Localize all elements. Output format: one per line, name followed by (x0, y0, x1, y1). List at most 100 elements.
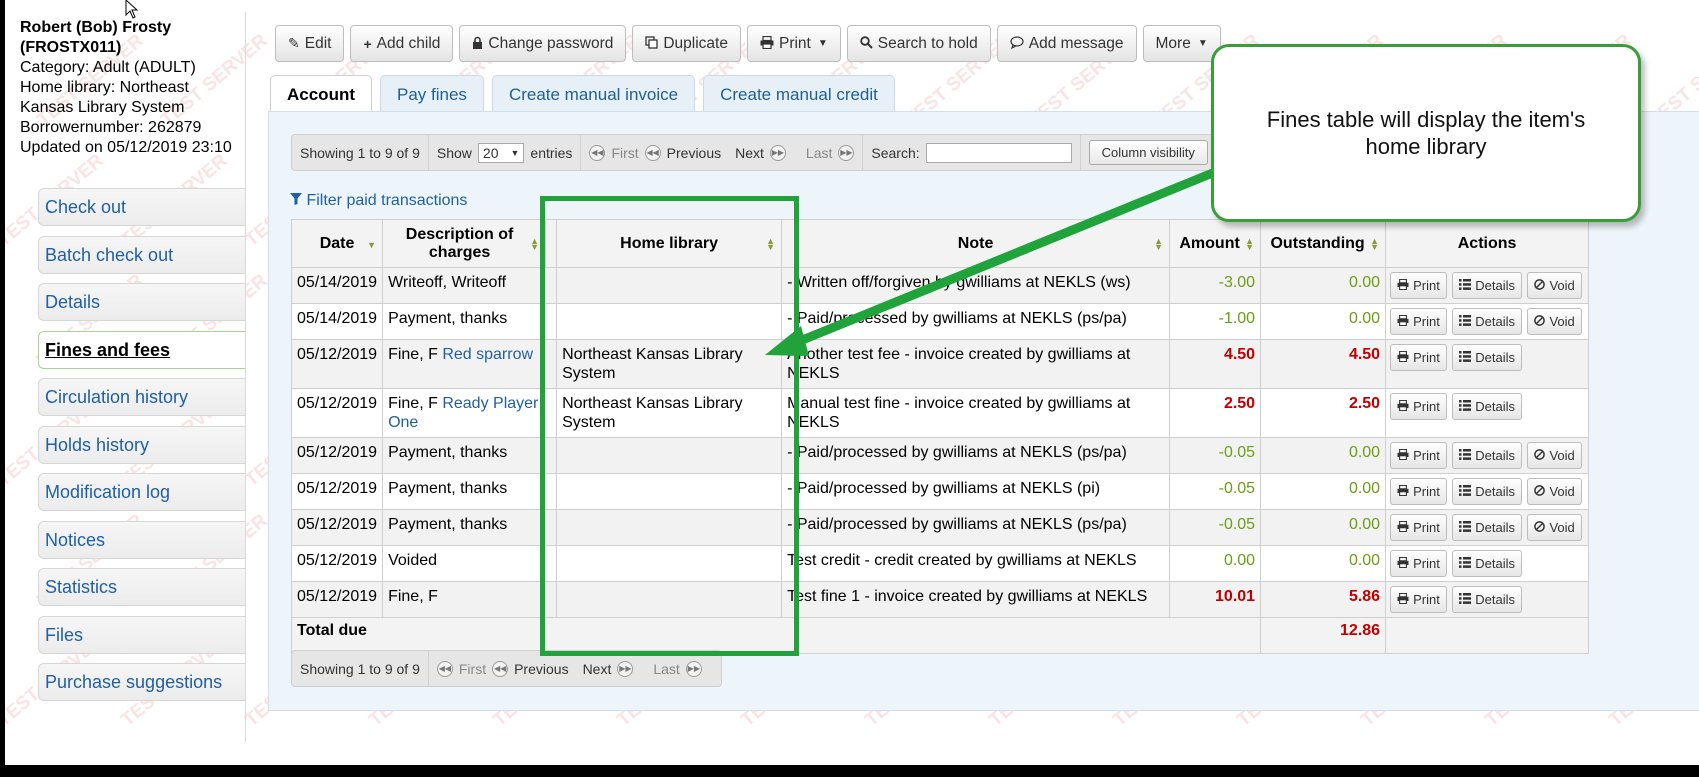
print-button[interactable]: Print (1390, 308, 1447, 335)
row-description: Fine, F (388, 588, 438, 605)
previous-page-button-bottom[interactable]: Previous (514, 661, 568, 677)
details-button-label: Details (1475, 350, 1516, 365)
print-button[interactable]: Print (1390, 344, 1447, 371)
print-button[interactable]: Print (1390, 550, 1447, 577)
column-visibility-button[interactable]: Column visibility (1088, 140, 1208, 165)
add-message-button[interactable]: Add message (996, 25, 1137, 62)
sidebar-item-fines-and-fees[interactable]: Fines and fees (38, 330, 245, 369)
list-icon (1459, 554, 1472, 573)
row-note-text: Test credit - credit created by gwilliam… (787, 552, 1137, 569)
row-date-text: 05/12/2019 (297, 444, 378, 461)
previous-page-button[interactable]: Previous (667, 145, 721, 161)
row-actions: Print Details Void (1385, 303, 1590, 340)
table-search-input[interactable] (925, 142, 1072, 163)
search-to-hold-button[interactable]: Search to hold (846, 25, 991, 62)
first-page-button[interactable]: First (611, 145, 638, 161)
last-page-button[interactable]: Last (806, 145, 832, 161)
caret-down-icon: ▼ (1197, 38, 1208, 49)
print-button[interactable]: Print (1390, 393, 1447, 420)
table-row: 05/14/2019 Payment, thanks - Paid/processe… (290, 303, 1590, 340)
print-button-label: Print (1413, 399, 1440, 414)
sidebar-item-holds-history[interactable]: Holds history (38, 425, 245, 464)
sidebar-nav: Check out Batch check out Details Fines … (38, 188, 245, 711)
list-icon (1459, 348, 1472, 367)
sidebar-item-batch-check-out[interactable]: Batch check out (38, 235, 245, 274)
tab-create-manual-credit[interactable]: Create manual credit (703, 75, 895, 112)
home-library-column-highlight (540, 196, 799, 656)
row-date-text: 05/12/2019 (297, 395, 378, 412)
details-button[interactable]: Details (1452, 344, 1523, 371)
row-amount-text: 4.50 (1223, 346, 1256, 363)
details-button[interactable]: Details (1452, 478, 1523, 505)
col-header-description[interactable]: Description of charges ▲ ▼ (382, 219, 547, 268)
row-actions: Print Details Void (1385, 473, 1590, 510)
last-page-button-bottom[interactable]: Last (653, 661, 679, 677)
print-button[interactable]: Print (1390, 586, 1447, 613)
sidebar-item-modification-log[interactable]: Modification log (38, 473, 245, 511)
details-button[interactable]: Details (1452, 272, 1523, 299)
sidebar-item-purchase-suggestions[interactable]: Purchase suggestions (38, 663, 245, 701)
col-header-date[interactable]: Date ▼ (290, 219, 384, 268)
duplicate-button[interactable]: Duplicate (632, 25, 741, 62)
void-button-label: Void (1549, 314, 1575, 329)
edit-button[interactable]: ✎ Edit (275, 25, 345, 62)
row-note-text: - Paid/processed by gwilliams at NEKLS (… (787, 516, 1127, 533)
table-row: 05/12/2019 Fine, F Ready Player One Northe… (290, 388, 1590, 438)
details-button[interactable]: Details (1452, 393, 1523, 420)
row-actions: Print Details (1385, 339, 1590, 389)
col-header-amount[interactable]: Amount ▲ ▼ (1169, 219, 1262, 268)
more-dropdown-button[interactable]: More ▼ (1142, 25, 1221, 62)
row-amount-text: -0.05 (1218, 444, 1256, 461)
details-button[interactable]: Details (1452, 550, 1523, 577)
ban-icon (1534, 482, 1546, 501)
row-actions: Print Details Void (1385, 437, 1590, 474)
sidebar-item-circulation-history[interactable]: Circulation history (38, 378, 245, 416)
entries-select[interactable]: 20 ▼ (477, 142, 525, 163)
first-page-button-bottom[interactable]: First (459, 661, 486, 677)
row-item-title-link[interactable]: Red sparrow (442, 346, 533, 363)
row-date: 05/12/2019 (290, 473, 384, 510)
print-button[interactable]: Print (1390, 272, 1447, 299)
tab-create-manual-invoice[interactable]: Create manual invoice (491, 75, 696, 112)
void-button[interactable]: Void (1527, 442, 1582, 469)
col-header-note[interactable]: Note ▲ ▼ (781, 219, 1171, 268)
void-button[interactable]: Void (1527, 272, 1582, 299)
void-button[interactable]: Void (1527, 308, 1582, 335)
next-page-button[interactable]: Next (735, 145, 764, 161)
next-page-icon: ▶▶ (769, 144, 786, 161)
filter-paid-transactions-link[interactable]: Filter paid transactions (290, 192, 467, 210)
row-note-text: Another test fee - invoice created by gw… (787, 346, 1131, 382)
print-button-label: Print (1413, 520, 1440, 535)
patron-home-library: Home library: Northeast (20, 79, 189, 96)
row-description-cell: Payment, thanks (382, 303, 558, 340)
sidebar-item-statistics[interactable]: Statistics (38, 568, 245, 606)
tab-account[interactable]: Account (270, 75, 372, 113)
print-button[interactable]: Print (1390, 514, 1447, 541)
list-icon (1459, 276, 1472, 295)
void-button[interactable]: Void (1527, 478, 1582, 505)
sidebar-item-details[interactable]: Details (38, 283, 245, 321)
print-button[interactable]: Print (1390, 442, 1447, 469)
details-button[interactable]: Details (1452, 442, 1523, 469)
print-dropdown-button[interactable]: Print ▼ (746, 25, 841, 62)
void-button[interactable]: Void (1527, 514, 1582, 541)
col-header-date-label: Date (319, 234, 355, 252)
sidebar-item-files[interactable]: Files (38, 615, 245, 654)
total-due-text: Total due (297, 622, 367, 639)
sort-both-icon: ▲ ▼ (530, 236, 540, 252)
next-page-button-bottom[interactable]: Next (583, 661, 612, 677)
print-button[interactable]: Print (1390, 478, 1447, 505)
details-button[interactable]: Details (1452, 514, 1523, 541)
sort-both-icon: ▲ ▼ (1154, 236, 1164, 252)
printer-icon (1397, 397, 1409, 416)
details-button[interactable]: Details (1452, 586, 1523, 613)
add-child-button[interactable]: + Add child (350, 25, 454, 62)
row-description: Payment, thanks (388, 444, 508, 461)
col-header-outstanding[interactable]: Outstanding ▲ ▼ (1260, 219, 1387, 268)
row-description-cell: Fine, F Red sparrow (382, 339, 558, 389)
change-password-button[interactable]: Change password (459, 25, 627, 62)
tab-pay-fines[interactable]: Pay fines (380, 75, 484, 112)
sidebar-item-check-out[interactable]: Check out (38, 188, 245, 226)
sidebar-item-notices[interactable]: Notices (38, 520, 245, 559)
details-button[interactable]: Details (1452, 308, 1523, 335)
